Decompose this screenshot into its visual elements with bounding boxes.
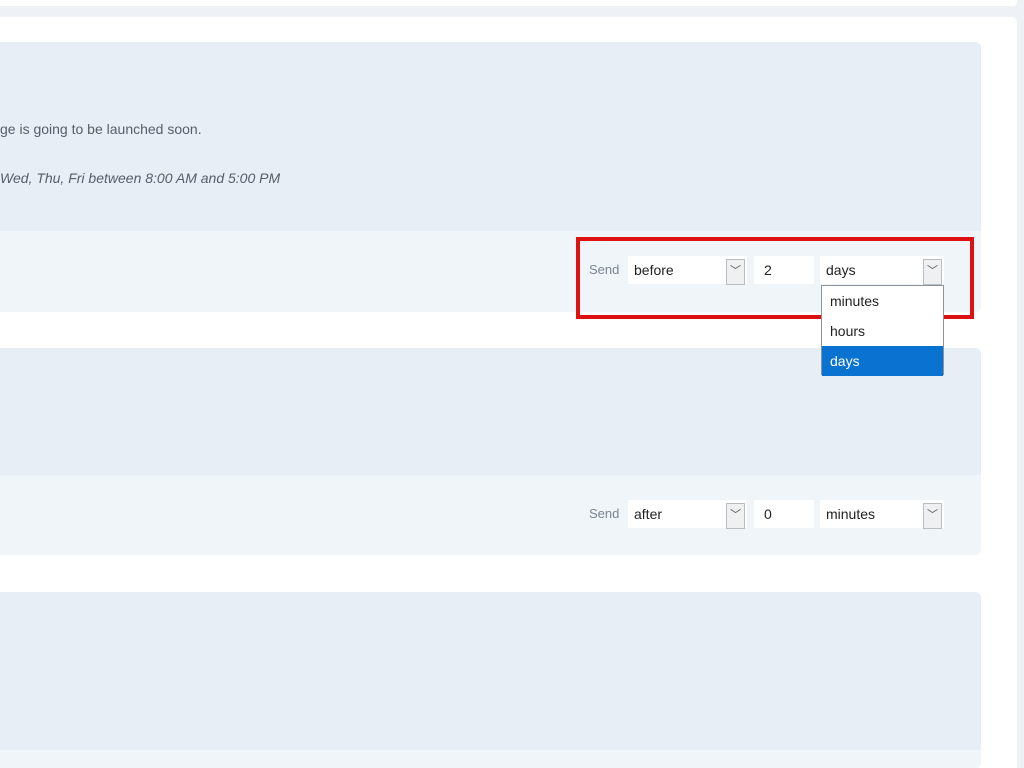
- reminder-schedule: Wed, Thu, Fri between 8:00 AM and 5:00 P…: [0, 170, 281, 186]
- unit-select-value: days: [826, 262, 856, 278]
- unit-dropdown-list: minutes hours days: [821, 285, 944, 376]
- amount-input[interactable]: [754, 500, 814, 528]
- reminder-card-3: [0, 592, 981, 768]
- chevron-down-icon[interactable]: ﹀: [923, 259, 942, 285]
- unit-select[interactable]: minutes ﹀: [820, 500, 944, 529]
- chevron-down-icon[interactable]: ﹀: [726, 503, 745, 529]
- chevron-down-icon[interactable]: ﹀: [923, 503, 942, 529]
- amount-input[interactable]: [754, 256, 814, 284]
- dropdown-option-hours[interactable]: hours: [822, 316, 943, 346]
- send-label: Send: [589, 506, 620, 521]
- send-label: Send: [589, 262, 620, 277]
- reminder-description: ge is going to be launched soon.: [0, 121, 202, 137]
- reminder-card-2-footer: Send after ﹀ minutes ﹀: [0, 475, 981, 555]
- reminder-card-3-header: [0, 592, 981, 750]
- reminder-card-1: ge is going to be launched soon. Wed, Th…: [0, 42, 981, 312]
- dropdown-option-minutes[interactable]: minutes: [822, 286, 943, 316]
- timing-select-value: after: [634, 506, 663, 522]
- unit-select[interactable]: days ﹀: [820, 256, 944, 285]
- timing-select-value: before: [634, 262, 674, 278]
- chevron-down-icon[interactable]: ﹀: [726, 259, 745, 285]
- reminder-card-2: Send after ﹀ minutes ﹀: [0, 348, 981, 555]
- reminder-card-1-header: ge is going to be launched soon. Wed, Th…: [0, 42, 981, 231]
- timing-select[interactable]: after ﹀: [628, 500, 747, 529]
- timing-select[interactable]: before ﹀: [628, 256, 747, 285]
- previous-panel: [0, 0, 1017, 6]
- dropdown-option-days[interactable]: days: [822, 346, 943, 376]
- scrollbar-track[interactable]: [1017, 0, 1024, 768]
- unit-select-value: minutes: [826, 506, 876, 522]
- reminders-panel: ge is going to be launched soon. Wed, Th…: [0, 17, 1017, 768]
- reminder-card-3-footer: [0, 750, 981, 768]
- page: ge is going to be launched soon. Wed, Th…: [0, 0, 1024, 768]
